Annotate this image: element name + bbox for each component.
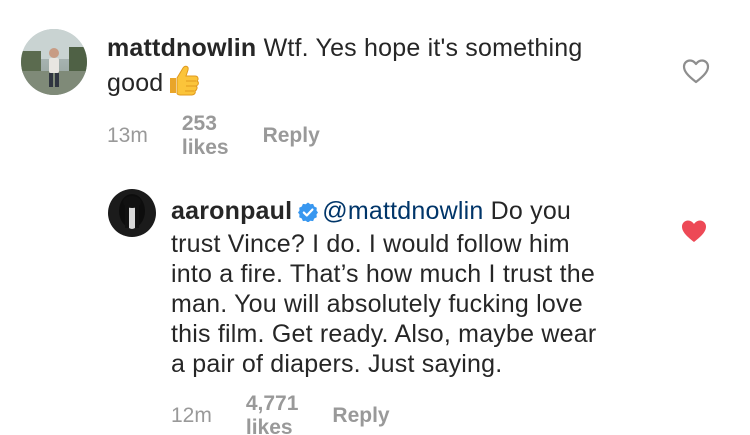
avatar[interactable] xyxy=(21,29,87,95)
timestamp: 13m xyxy=(107,124,148,147)
avatar[interactable] xyxy=(108,189,156,237)
comment-text: aaronpaul @mattdnowlin Do you trust Vinc… xyxy=(171,196,691,379)
comment-body-line1: Do you xyxy=(490,197,572,225)
comment-body-line3: into a fire. That’s how much I trust the xyxy=(171,260,595,288)
heart-filled-icon[interactable] xyxy=(680,218,708,244)
timestamp: 12m xyxy=(171,404,212,427)
heart-outline-icon[interactable] xyxy=(682,58,710,84)
comment-text: mattdnowlin Wtf. Yes hope it's something… xyxy=(107,33,667,104)
comment-body-line5: this film. Get ready. Also, maybe wear xyxy=(171,320,597,348)
likes-count[interactable]: 253 likes xyxy=(182,112,229,160)
comment-body-line1: Wtf. Yes hope it's something xyxy=(263,34,583,62)
comment-body-line6: a pair of diapers. Just saying. xyxy=(171,350,503,378)
username[interactable]: aaronpaul xyxy=(171,197,292,225)
comment-meta: 13m 253 likes Reply xyxy=(107,112,320,160)
reply-button[interactable]: Reply xyxy=(263,124,320,148)
comment-body-line4: man. You will absolutely fucking love xyxy=(171,290,583,318)
comment-meta: 12m 4,771 likes Reply xyxy=(171,392,390,435)
mention-link[interactable]: @mattdnowlin xyxy=(322,197,483,225)
likes-count[interactable]: 4,771 likes xyxy=(246,392,299,435)
verified-badge-icon xyxy=(298,199,319,229)
username[interactable]: mattdnowlin xyxy=(107,34,256,62)
thumbs-up-icon xyxy=(166,63,200,104)
comment-body-line2: trust Vince? I do. I would follow him xyxy=(171,230,570,258)
comment-body-line2: good xyxy=(107,69,164,97)
reply-button[interactable]: Reply xyxy=(332,404,389,428)
